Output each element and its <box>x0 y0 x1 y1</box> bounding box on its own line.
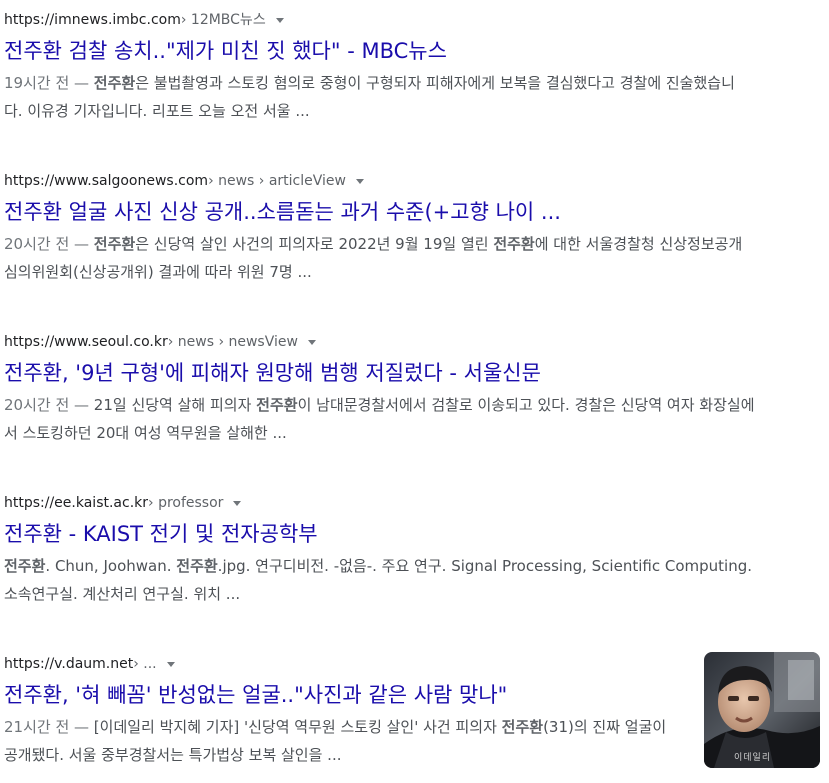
snippet-highlight: 전주환 <box>4 557 46 575</box>
result-title-link[interactable]: 전주환 검찰 송치.."제가 미친 짓 했다" - MBC뉴스 <box>4 36 749 66</box>
result-url[interactable]: https://v.daum.net › ... <box>4 654 674 674</box>
result-date: 21시간 전 — <box>4 718 94 736</box>
chevron-down-icon[interactable] <box>166 661 175 667</box>
result-path: › 12MBC뉴스 <box>180 12 266 28</box>
result-domain: https://imnews.imbc.com <box>4 12 181 28</box>
search-result: https://ee.kaist.ac.kr › professor 전주환 -… <box>4 493 754 608</box>
result-snippet: 전주환. Chun, Joohwan. 전주환.jpg. 연구디비전. -없음-… <box>4 552 754 608</box>
snippet-highlight: 전주환 <box>493 235 535 253</box>
result-title-link[interactable]: 전주환, '9년 구형'에 피해자 원망해 범행 저질렀다 - 서울신문 <box>4 358 764 388</box>
chevron-down-icon[interactable] <box>233 500 242 506</box>
result-path: › ... <box>133 656 157 672</box>
result-domain: https://ee.kaist.ac.kr <box>4 495 149 511</box>
result-date: 20시간 전 — <box>4 396 94 414</box>
thumbnail-watermark: 이데일리 <box>734 753 772 763</box>
snippet-highlight: 전주환 <box>93 235 136 253</box>
result-domain: https://www.seoul.co.kr <box>4 334 168 350</box>
snippet-highlight: 전주환 <box>256 396 298 414</box>
search-result: https://www.seoul.co.kr › news › newsVie… <box>4 332 764 447</box>
snippet-highlight: 전주환 <box>176 557 218 575</box>
result-date: 19시간 전 — <box>4 74 94 92</box>
result-snippet: 21시간 전 — [이데일리 박지혜 기자] '신당역 역무원 스토킹 살인' … <box>4 713 674 769</box>
result-title-link[interactable]: 전주환, '혀 빼꼼' 반성없는 얼굴.."사진과 같은 사람 맞나" <box>4 680 674 710</box>
snippet-text: . Chun, Joohwan. <box>45 557 177 575</box>
result-domain: https://www.salgoonews.com <box>4 173 209 189</box>
snippet-text: [이데일리 박지혜 기자] '신당역 역무원 스토킹 살인' 사건 피의자 <box>93 718 502 736</box>
result-path: › news › newsView <box>167 334 298 350</box>
result-date: 20시간 전 — <box>4 235 94 253</box>
result-snippet: 20시간 전 — 전주환은 신당역 살인 사건의 피의자로 2022년 9월 1… <box>4 230 749 286</box>
result-url[interactable]: https://www.seoul.co.kr › news › newsVie… <box>4 332 764 352</box>
result-path: › news › articleView <box>208 173 346 189</box>
result-path: › professor <box>148 495 224 511</box>
result-title-link[interactable]: 전주환 - KAIST 전기 및 전자공학부 <box>4 519 754 549</box>
snippet-highlight: 전주환 <box>93 74 136 92</box>
result-url[interactable]: https://www.salgoonews.com › news › arti… <box>4 171 749 191</box>
search-result: https://imnews.imbc.com › 12MBC뉴스 전주환 검찰… <box>4 10 749 125</box>
result-url[interactable]: https://imnews.imbc.com › 12MBC뉴스 <box>4 10 749 30</box>
result-domain: https://v.daum.net <box>4 656 134 672</box>
snippet-text: 은 신당역 살인 사건의 피의자로 2022년 9월 19일 열린 <box>135 235 494 253</box>
chevron-down-icon[interactable] <box>275 17 284 23</box>
result-snippet: 20시간 전 — 21일 신당역 살해 피의자 전주환이 남대문경찰서에서 검찰… <box>4 391 764 447</box>
result-snippet: 19시간 전 — 전주환은 불법촬영과 스토킹 혐의로 중형이 구형되자 피해자… <box>4 69 749 125</box>
snippet-text: 21일 신당역 살해 피의자 <box>93 396 257 414</box>
result-title-link[interactable]: 전주환 얼굴 사진 신상 공개..소름돋는 과거 수준(+고향 나이 ... <box>4 197 749 227</box>
chevron-down-icon[interactable] <box>307 339 316 345</box>
search-result: https://v.daum.net › ... 전주환, '혀 빼꼼' 반성없… <box>4 654 674 769</box>
search-result: https://www.salgoonews.com › news › arti… <box>4 171 749 286</box>
result-thumbnail[interactable]: 이데일리 <box>704 652 820 768</box>
chevron-down-icon[interactable] <box>355 178 364 184</box>
snippet-highlight: 전주환 <box>501 718 544 736</box>
result-url[interactable]: https://ee.kaist.ac.kr › professor <box>4 493 754 513</box>
